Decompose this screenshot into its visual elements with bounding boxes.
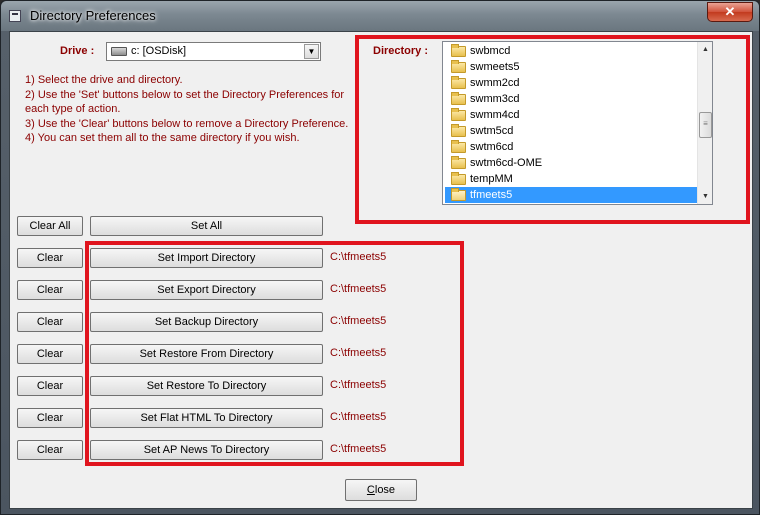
instruction-line: 1) Select the drive and directory. — [25, 74, 183, 86]
drive-value: c: [OSDisk] — [131, 45, 187, 57]
folder-icon — [451, 124, 466, 137]
directory-item[interactable]: swbmcd — [445, 43, 697, 59]
set-all-button[interactable]: Set All — [90, 216, 323, 236]
clear-ap-news-button[interactable]: Clear — [17, 440, 83, 460]
hard-drive-icon — [111, 47, 127, 56]
restore-to-directory-path: C:\tfmeets5 — [330, 379, 387, 391]
directory-item-selected[interactable]: tfmeets5 — [445, 187, 697, 203]
clear-restore-to-button[interactable]: Clear — [17, 376, 83, 396]
instructions: 1) Select the drive and directory. 2) Us… — [25, 73, 355, 146]
directory-item[interactable]: swmm4cd — [445, 107, 697, 123]
backup-directory-path: C:\tfmeets5 — [330, 315, 387, 327]
clear-flat-html-button[interactable]: Clear — [17, 408, 83, 428]
set-restore-to-directory-button[interactable]: Set Restore To Directory — [90, 376, 323, 396]
flat-html-directory-path: C:\tfmeets5 — [330, 411, 387, 423]
title-bar[interactable]: Directory Preferences ✕ — [1, 1, 759, 31]
window-close-button[interactable]: ✕ — [707, 2, 753, 22]
folder-icon — [451, 156, 466, 169]
close-button[interactable]: Close — [345, 479, 417, 501]
clear-backup-button[interactable]: Clear — [17, 312, 83, 332]
set-backup-directory-button[interactable]: Set Backup Directory — [90, 312, 323, 332]
directory-listbox[interactable]: swbmcd swmeets5 swmm2cd swmm3cd swmm4cd … — [442, 41, 713, 205]
directory-item[interactable]: swtm6cd — [445, 139, 697, 155]
instruction-line: 2) Use the 'Set' buttons below to set th… — [25, 88, 345, 116]
directory-item[interactable]: swtm6cd-OME — [445, 155, 697, 171]
scroll-up-arrow-icon[interactable]: ▲ — [698, 42, 712, 57]
folder-icon — [451, 60, 466, 73]
chevron-down-icon[interactable]: ▼ — [304, 44, 319, 59]
clear-restore-from-button[interactable]: Clear — [17, 344, 83, 364]
directory-preferences-window: Directory Preferences ✕ Drive : c: [OSDi… — [0, 0, 760, 515]
folder-icon — [451, 172, 466, 185]
set-restore-from-directory-button[interactable]: Set Restore From Directory — [90, 344, 323, 364]
set-flat-html-directory-button[interactable]: Set Flat HTML To Directory — [90, 408, 323, 428]
directory-item[interactable]: swmeets5 — [445, 59, 697, 75]
export-directory-path: C:\tfmeets5 — [330, 283, 387, 295]
folder-icon — [451, 76, 466, 89]
folder-open-icon — [451, 188, 466, 201]
directory-item[interactable]: tempMM — [445, 171, 697, 187]
folder-icon — [451, 44, 466, 57]
set-ap-news-directory-button[interactable]: Set AP News To Directory — [90, 440, 323, 460]
folder-icon — [451, 140, 466, 153]
instruction-line: 3) Use the 'Clear' buttons below to remo… — [25, 117, 349, 130]
ap-news-directory-path: C:\tfmeets5 — [330, 443, 387, 455]
set-export-directory-button[interactable]: Set Export Directory — [90, 280, 323, 300]
scroll-down-arrow-icon[interactable]: ▼ — [698, 189, 712, 204]
directory-label: Directory : — [373, 45, 429, 57]
import-directory-path: C:\tfmeets5 — [330, 251, 387, 263]
instruction-line: 4) You can set them all to the same dire… — [25, 132, 300, 144]
directory-item[interactable]: swmm3cd — [445, 91, 697, 107]
clear-import-button[interactable]: Clear — [17, 248, 83, 268]
folder-icon — [451, 108, 466, 121]
clear-export-button[interactable]: Clear — [17, 280, 83, 300]
clear-all-button[interactable]: Clear All — [17, 216, 83, 236]
scrollbar-thumb[interactable]: ≡ — [699, 112, 712, 138]
drive-label: Drive : — [60, 45, 95, 57]
dialog-client-area: Drive : c: [OSDisk] ▼ 1) Select the driv… — [9, 31, 753, 509]
directory-item[interactable]: swtm5cd — [445, 123, 697, 139]
directory-scrollbar[interactable]: ▲ ≡ ▼ — [697, 42, 712, 204]
directory-item[interactable]: swmm2cd — [445, 75, 697, 91]
restore-from-directory-path: C:\tfmeets5 — [330, 347, 387, 359]
app-icon — [9, 10, 21, 22]
set-import-directory-button[interactable]: Set Import Directory — [90, 248, 323, 268]
window-title: Directory Preferences — [30, 8, 156, 23]
folder-icon — [451, 92, 466, 105]
drive-dropdown[interactable]: c: [OSDisk] ▼ — [106, 42, 321, 61]
